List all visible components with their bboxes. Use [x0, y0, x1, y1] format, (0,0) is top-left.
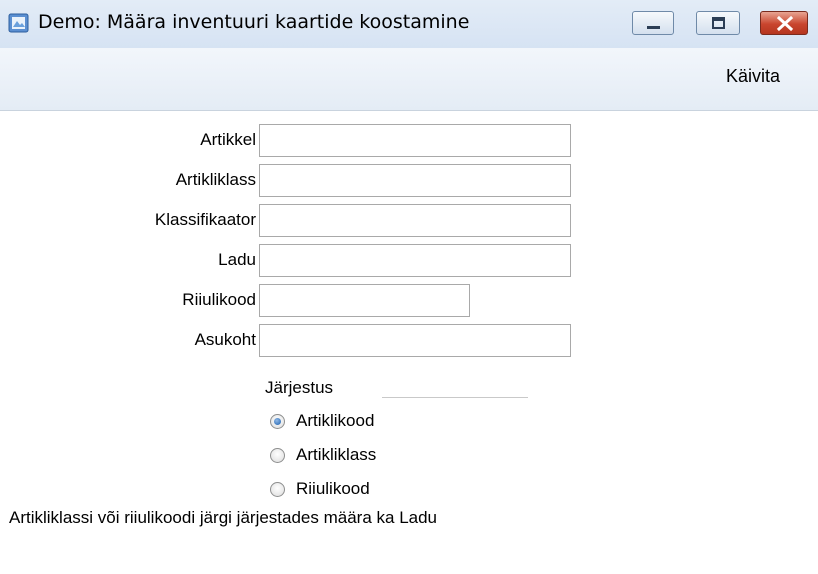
dialog-window: Demo: Määra inventuuri kaartide koostami…	[0, 0, 818, 574]
field-label-artikliklass: Artikliklass	[175, 170, 256, 189]
sort-option-label: Riiulikood	[296, 479, 370, 498]
window-title: Demo: Määra inventuuri kaartide koostami…	[38, 11, 470, 33]
field-label-asukoht: Asukoht	[194, 330, 256, 349]
group-divider	[382, 397, 528, 398]
radio-dot	[274, 418, 281, 425]
field-label-ladu: Ladu	[218, 250, 256, 269]
artikliklass-input[interactable]	[259, 164, 571, 197]
field-label-artikkel: Artikkel	[200, 130, 256, 149]
app-window-icon	[8, 13, 29, 33]
footer-hint: Artikliklassi või riiulikoodi järgi järj…	[9, 508, 438, 527]
ladu-input[interactable]	[259, 244, 571, 277]
radio-selected-icon[interactable]	[270, 414, 285, 429]
field-label-riiulikood: Riiulikood	[182, 290, 256, 309]
artikkel-input[interactable]	[259, 124, 571, 157]
sort-option-label: Artiklikood	[296, 411, 375, 430]
field-label-klassifikaator: Klassifikaator	[154, 210, 256, 229]
sort-group-label: Järjestus	[265, 378, 334, 397]
maximize-button[interactable]	[696, 11, 740, 35]
asukoht-input[interactable]	[259, 324, 571, 357]
minimize-icon	[647, 26, 660, 29]
radio-unselected-icon[interactable]	[270, 448, 285, 463]
run-button[interactable]: Käivita	[726, 66, 780, 87]
klassifikaator-input[interactable]	[259, 204, 571, 237]
title-bar[interactable]: Demo: Määra inventuuri kaartide koostami…	[0, 0, 818, 48]
maximize-icon	[712, 17, 725, 29]
riiulikood-input[interactable]	[259, 284, 470, 317]
close-icon	[776, 15, 794, 32]
minimize-button[interactable]	[632, 11, 674, 35]
close-button[interactable]	[760, 11, 808, 35]
toolbar-divider	[0, 110, 818, 111]
toolbar: Käivita	[0, 48, 818, 110]
sort-option-label: Artikliklass	[296, 445, 377, 464]
radio-unselected-icon[interactable]	[270, 482, 285, 497]
